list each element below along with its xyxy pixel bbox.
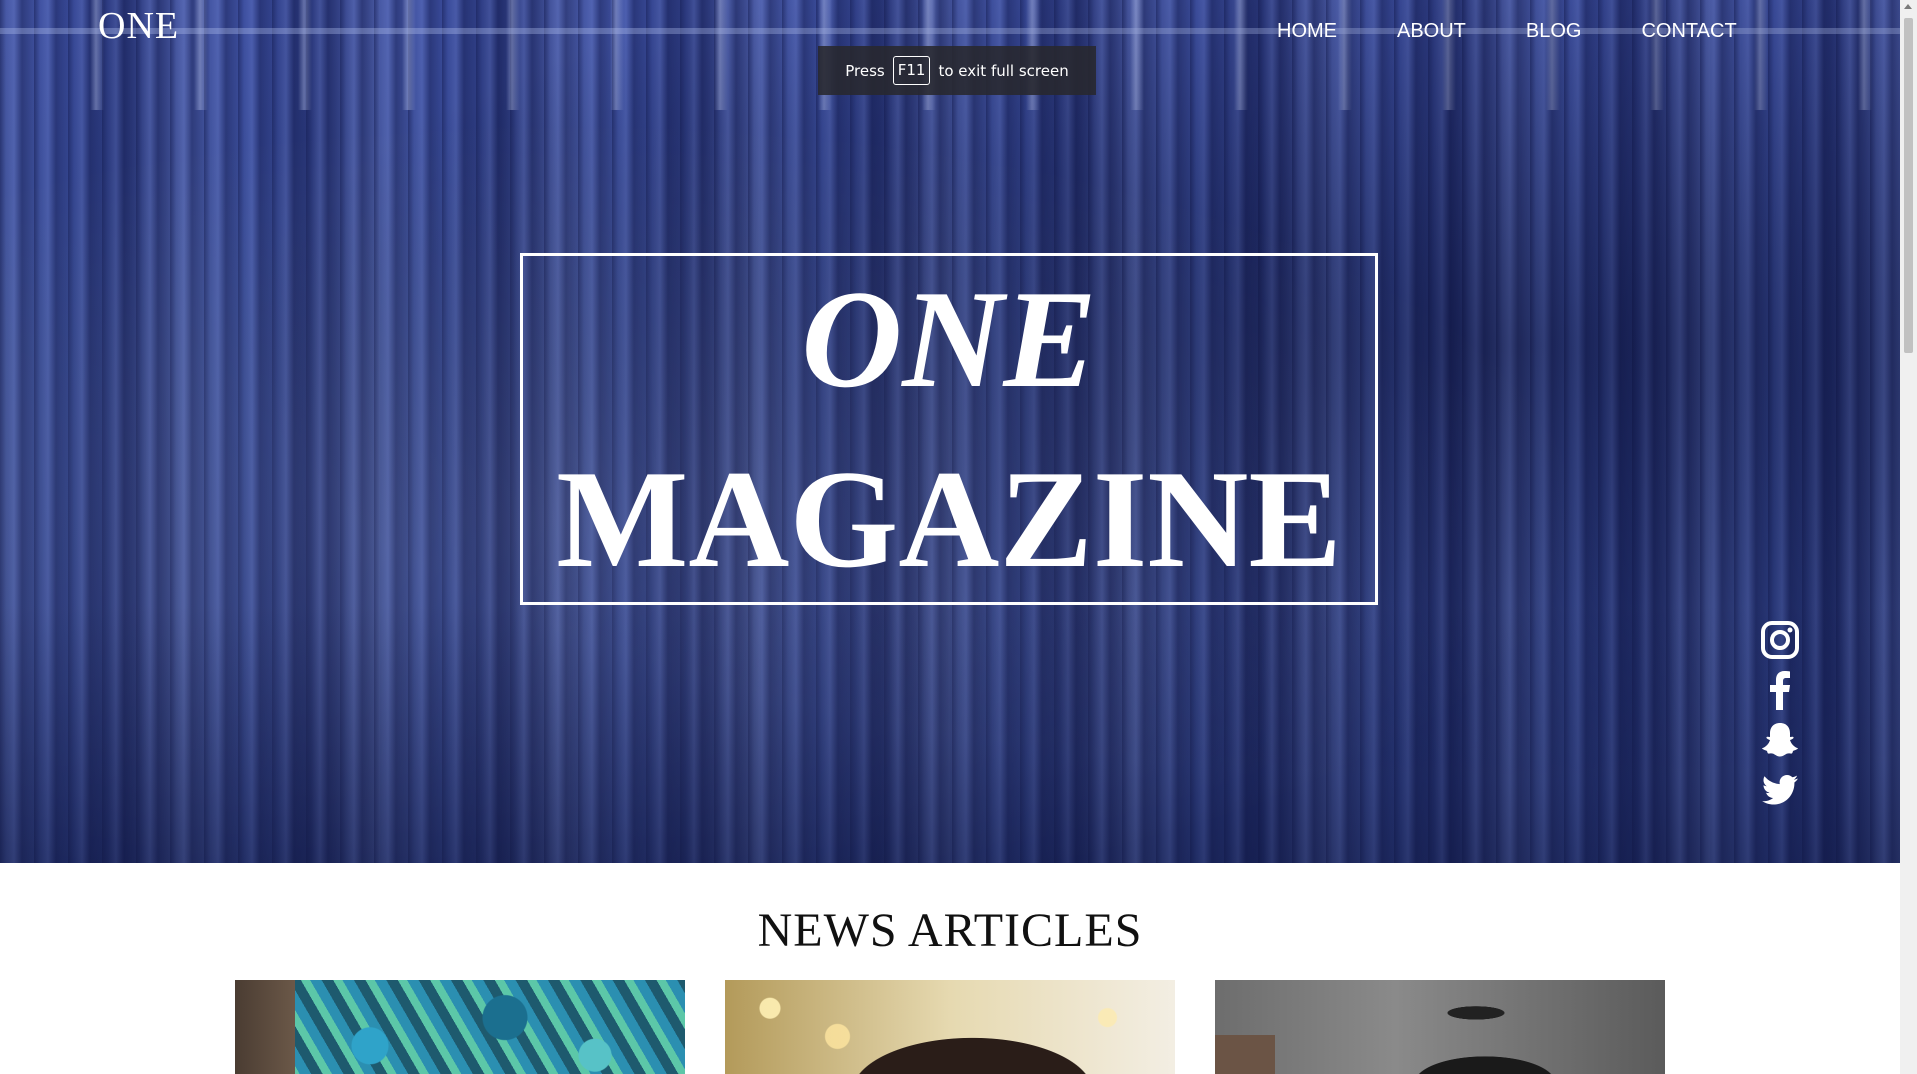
nav-contact[interactable]: CONTACT: [1641, 20, 1736, 43]
site-logo[interactable]: ONE: [98, 4, 179, 48]
fullscreen-notice-suffix: to exit full screen: [938, 61, 1069, 80]
nav-blog[interactable]: BLOG: [1526, 20, 1582, 43]
instagram-icon[interactable]: [1760, 620, 1800, 660]
scroll-up-arrow-icon[interactable]: [1904, 4, 1912, 9]
nav-about[interactable]: ABOUT: [1397, 20, 1466, 43]
snapchat-icon[interactable]: [1760, 720, 1800, 760]
hero-title-line2: MAGAZINE: [556, 442, 1342, 597]
twitter-icon[interactable]: [1760, 770, 1800, 810]
article-card-image-1[interactable]: [235, 980, 685, 1074]
page-scrollbar[interactable]: [1900, 0, 1917, 1074]
news-articles-heading: NEWS ARTICLES: [757, 904, 1143, 957]
hero-section: ONE HOME ABOUT BLOG CONTACT ONE MAGAZINE: [0, 0, 1900, 863]
scrollbar-thumb[interactable]: [1904, 18, 1913, 353]
facebook-icon[interactable]: [1760, 670, 1800, 710]
hero-title-frame: ONE MAGAZINE: [520, 253, 1378, 605]
fullscreen-notice: Press F11 to exit full screen: [818, 46, 1096, 95]
f11-key-badge: F11: [892, 56, 931, 85]
fullscreen-notice-prefix: Press: [845, 61, 885, 80]
main-nav: HOME ABOUT BLOG CONTACT: [1277, 20, 1737, 43]
article-card-image-3[interactable]: [1215, 980, 1665, 1074]
article-card-image-2[interactable]: [725, 980, 1175, 1074]
hero-title-line1: ONE: [801, 262, 1097, 417]
social-links: [1758, 620, 1802, 810]
nav-home[interactable]: HOME: [1277, 20, 1337, 43]
